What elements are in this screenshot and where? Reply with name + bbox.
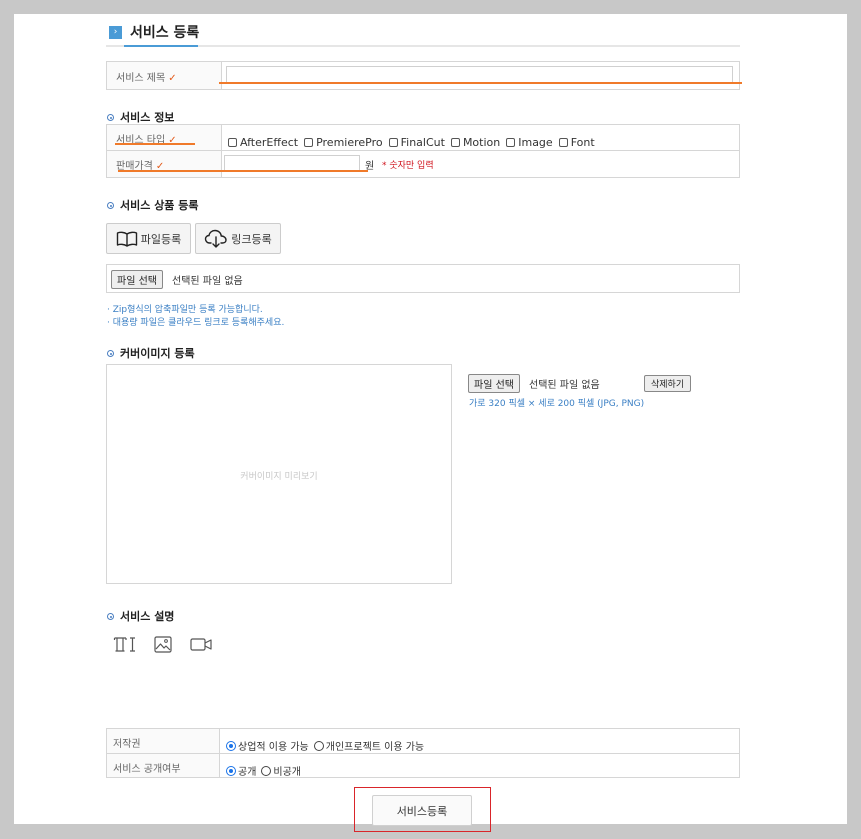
checkbox-icon	[506, 138, 516, 147]
title-divider	[106, 45, 740, 47]
link-register-button[interactable]: 링크등록	[195, 223, 281, 254]
page-title: 서비스 등록	[130, 25, 200, 41]
radio-checked-icon	[226, 741, 236, 751]
service-title-label: 서비스 제목 ✓	[116, 73, 177, 84]
product-note-cloud: · 대용량 파일은 클라우드 링크로 등록해주세요.	[107, 318, 285, 328]
checkbox-icon	[450, 138, 460, 147]
type-option-font[interactable]: Font	[558, 136, 595, 149]
file-register-button[interactable]: 파일등록	[106, 223, 191, 254]
section-bullet-icon	[107, 202, 114, 209]
checkbox-icon	[228, 138, 237, 147]
annotation-underline-title	[219, 82, 742, 84]
section-bullet-icon	[107, 114, 114, 121]
product-note-zip: · Zip형식의 압축파일만 등록 가능합니다.	[107, 305, 263, 315]
copyright-label: 저작권	[113, 739, 141, 750]
cover-choose-file-button[interactable]: 파일 선택	[468, 374, 520, 393]
checkbox-icon	[558, 138, 568, 147]
cover-size-note: 가로 320 픽셀 × 세로 200 픽셀 (JPG, PNG)	[469, 399, 645, 409]
cover-no-file-text: 선택된 파일 없음	[529, 380, 600, 391]
checkbox-icon	[304, 138, 314, 147]
text-icon[interactable]	[113, 636, 137, 653]
radio-checked-icon	[226, 766, 236, 776]
service-title-label-cell: 서비스 제목 ✓	[107, 62, 222, 89]
service-title-row: 서비스 제목 ✓	[106, 61, 740, 90]
section-bullet-icon	[107, 350, 114, 357]
title-underline	[124, 45, 198, 47]
page: › 서비스 등록 서비스 제목 ✓ 서비스 정보 서비스 타입 ✓ AfterEff…	[14, 14, 847, 832]
type-option-image[interactable]: Image	[506, 136, 553, 149]
visibility-label: 서비스 공개여부	[113, 764, 181, 775]
visibility-public-radio[interactable]: 공개	[226, 766, 256, 778]
checkbox-icon	[388, 138, 398, 147]
section-bullet-icon	[107, 613, 114, 620]
visibility-private-radio[interactable]: 비공개	[261, 766, 301, 778]
service-type-options: AfterEffect PremierePro FinalCut Motion Imag…	[228, 131, 601, 150]
radio-icon	[261, 766, 272, 776]
section-service-info: 서비스 정보	[107, 109, 174, 125]
type-option-aftereffect[interactable]: AfterEffect	[228, 136, 298, 149]
product-no-file-text: 선택된 파일 없음	[172, 276, 243, 287]
submit-service-button[interactable]: 서비스등록	[372, 795, 472, 826]
type-option-finalcut[interactable]: FinalCut	[388, 136, 445, 149]
cloud-download-icon	[205, 229, 227, 248]
product-choose-file-button[interactable]: 파일 선택	[111, 270, 163, 289]
cover-preview-text: 커버이미지 미리보기	[240, 472, 318, 482]
annotation-underline-price	[118, 170, 368, 172]
type-option-premierepro[interactable]: PremierePro	[304, 136, 383, 149]
price-note: * 숫자만 입력	[382, 161, 434, 171]
copyright-options: 상업적 이용 가능 개인프로젝트 이용 가능	[226, 735, 429, 754]
book-icon	[116, 231, 137, 247]
copyright-personal-radio[interactable]: 개인프로젝트 이용 가능	[313, 741, 424, 753]
chevron-right-icon: ›	[109, 26, 122, 39]
video-icon[interactable]	[190, 637, 212, 652]
image-icon[interactable]	[154, 636, 172, 653]
cover-preview: 커버이미지 미리보기	[106, 364, 452, 584]
radio-icon	[313, 741, 324, 751]
product-file-row: 파일 선택 선택된 파일 없음	[106, 264, 740, 293]
section-cover: 커버이미지 등록	[107, 345, 195, 361]
type-option-motion[interactable]: Motion	[450, 136, 500, 149]
row-divider	[107, 150, 739, 151]
annotation-underline-type	[115, 143, 195, 145]
section-description: 서비스 설명	[107, 608, 174, 624]
copyright-commercial-radio[interactable]: 상업적 이용 가능	[226, 741, 309, 753]
visibility-options: 공개 비공개	[226, 760, 306, 779]
cover-delete-button[interactable]: 삭제하기	[644, 375, 692, 392]
rights-table: 저작권 상업적 이용 가능 개인프로젝트 이용 가능 서비스 공개여부 공개 비공개	[106, 728, 740, 778]
section-product: 서비스 상품 등록	[107, 197, 199, 213]
